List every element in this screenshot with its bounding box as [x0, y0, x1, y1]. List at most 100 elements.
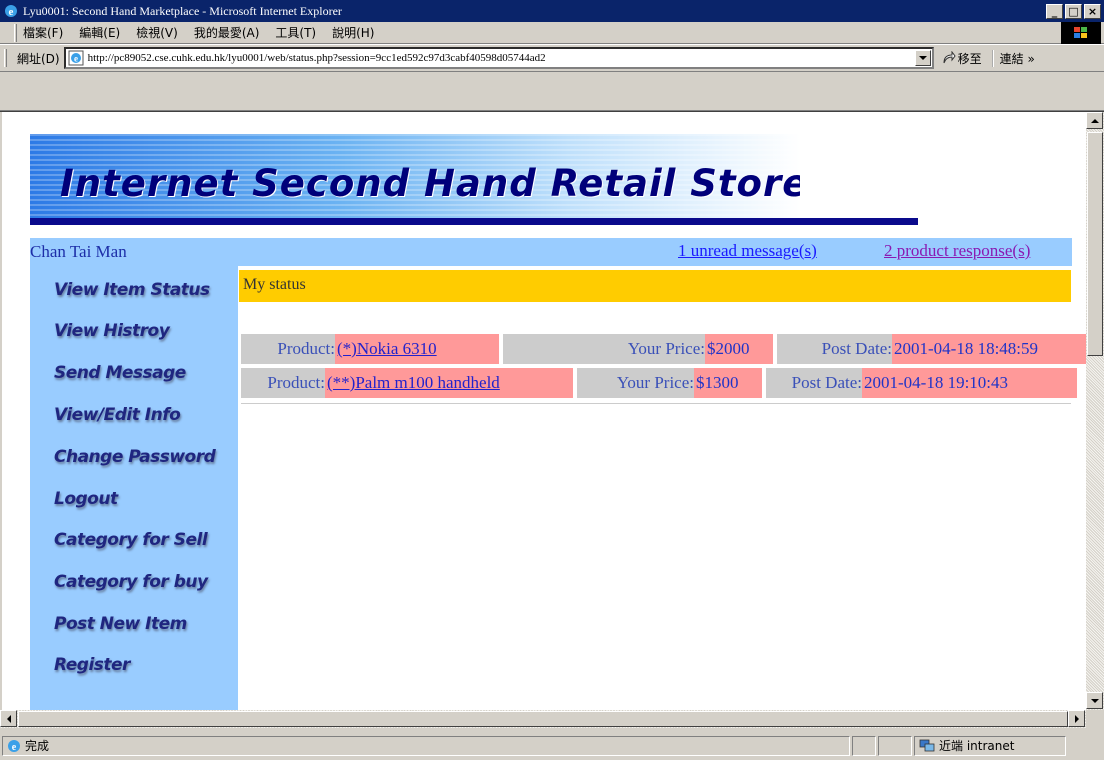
menu-favorites[interactable]: 我的最愛(A): [194, 24, 260, 41]
price-value: $1300: [696, 373, 739, 392]
user-info-strip: Chan Tai Man 1 unread message(s) 2 produ…: [30, 238, 1072, 266]
address-input[interactable]: e http://pc89052.cse.cuhk.edu.hk/lyu0001…: [63, 47, 934, 69]
price-label-cell: Your Price:: [503, 334, 705, 364]
date-label-cell: Post Date:: [777, 334, 892, 364]
unread-messages-link[interactable]: 1 unread message(s): [678, 241, 817, 261]
scroll-down-button[interactable]: [1086, 692, 1103, 709]
menu-help[interactable]: 說明(H): [332, 24, 374, 41]
scroll-up-button[interactable]: [1086, 112, 1103, 129]
item-row: Product: (*)Nokia 6310 Your Price: $2000…: [241, 334, 1086, 364]
menu-edit[interactable]: 編輯(E): [79, 24, 120, 41]
chevron-down-icon: [918, 56, 927, 64]
price-value-cell: $2000: [705, 334, 773, 364]
svg-text:e: e: [74, 54, 78, 64]
svg-text:e: e: [12, 742, 17, 753]
chevron-up-icon: [1090, 115, 1099, 123]
svg-text:e: e: [9, 6, 14, 18]
product-label-cell: Product:: [241, 334, 335, 364]
nav-view-item-status[interactable]: View Item Status: [54, 280, 210, 300]
rows-divider: [241, 403, 1071, 404]
page-viewport: Internet Second Hand Retail Store Chan T…: [2, 112, 1086, 710]
banner-title: Internet Second Hand Retail Store: [60, 162, 800, 205]
intranet-icon: [919, 739, 935, 751]
product-link[interactable]: (**)Palm m100 handheld: [327, 373, 500, 393]
page-icon: e: [68, 50, 84, 66]
scroll-left-button[interactable]: [0, 710, 17, 727]
address-grip[interactable]: [4, 49, 7, 67]
price-label: Your Price:: [627, 339, 705, 358]
nav-view-edit-info[interactable]: View/Edit Info: [54, 405, 181, 425]
item-row: Product: (**)Palm m100 handheld Your Pri…: [241, 368, 1077, 398]
status-pane-security: [878, 735, 912, 756]
go-label: 移至: [957, 51, 982, 66]
address-bar: 網址(D) e http://pc89052.cse.cuhk.edu.hk/l…: [0, 44, 1104, 72]
chevron-down-icon: [1090, 698, 1099, 707]
product-responses-link[interactable]: 2 product response(s): [884, 241, 1030, 261]
zone-text: 近端 intranet: [939, 739, 1015, 753]
scrollbar-corner: [1086, 710, 1104, 728]
product-label-cell: Product:: [241, 368, 325, 398]
toolbar-grip[interactable]: [14, 23, 17, 42]
horizontal-scrollbar[interactable]: [0, 710, 1086, 728]
date-value-cell: 2001-04-18 19:10:43: [862, 368, 1077, 398]
price-label: Your Price:: [616, 373, 694, 392]
menu-view[interactable]: 檢視(V): [136, 24, 178, 41]
user-name: Chan Tai Man: [30, 242, 127, 261]
post-date-value: 2001-04-18 19:10:43: [864, 373, 1009, 392]
sidebar-nav: View Item Status View Histroy Send Messa…: [30, 266, 238, 710]
site-banner: Internet Second Hand Retail Store: [30, 134, 800, 224]
horizontal-scroll-thumb[interactable]: [18, 711, 1068, 727]
product-label: Product:: [267, 373, 325, 392]
product-label: Product:: [277, 339, 335, 358]
menu-file[interactable]: 檔案(F): [23, 24, 63, 41]
price-label-cell: Your Price:: [577, 368, 694, 398]
windows-logo-icon: [1061, 22, 1101, 44]
nav-logout[interactable]: Logout: [54, 489, 118, 509]
vertical-scroll-thumb[interactable]: [1087, 132, 1103, 356]
address-dropdown-button[interactable]: [914, 50, 931, 66]
status-pane-progress: [852, 735, 876, 756]
post-date-value: 2001-04-18 18:48:59: [894, 339, 1039, 358]
status-zone: 近端 intranet: [914, 735, 1066, 756]
nav-change-password[interactable]: Change Password: [54, 447, 216, 467]
date-value-cell: 2001-04-18 18:48:59: [892, 334, 1086, 364]
nav-register[interactable]: Register: [54, 655, 130, 675]
date-label-cell: Post Date:: [766, 368, 862, 398]
address-url: http://pc89052.cse.cuhk.edu.hk/lyu0001/w…: [87, 52, 546, 64]
banner-underline: [30, 218, 918, 225]
browser-status-bar: e 完成 近端 intranet: [0, 731, 1104, 760]
close-button[interactable]: ×: [1084, 3, 1101, 19]
nav-category-for-sell[interactable]: Category for Sell: [54, 530, 208, 550]
status-heading-text: My status: [243, 276, 306, 293]
price-value-cell: $1300: [694, 368, 762, 398]
go-arrow-icon: [943, 51, 956, 64]
nav-view-history[interactable]: View Histroy: [54, 321, 170, 341]
nav-category-for-buy[interactable]: Category for buy: [54, 572, 208, 592]
links-button[interactable]: 連結 »: [991, 49, 1035, 67]
status-heading: My status: [239, 270, 1071, 302]
status-text: 完成: [25, 739, 50, 753]
product-value-cell: (*)Nokia 6310: [335, 334, 499, 364]
price-value: $2000: [707, 339, 750, 358]
ie-icon: e: [5, 5, 17, 18]
ie-page-icon: e: [8, 739, 20, 753]
nav-post-new-item[interactable]: Post New Item: [54, 614, 187, 634]
minimize-button[interactable]: _: [1046, 3, 1063, 19]
product-value-cell: (**)Palm m100 handheld: [325, 368, 573, 398]
date-label: Post Date:: [791, 373, 862, 392]
go-button[interactable]: 移至: [942, 50, 982, 67]
maximize-button[interactable]: □: [1065, 3, 1082, 19]
window-title: Lyu0001: Second Hand Marketplace - Micro…: [23, 3, 342, 18]
product-link[interactable]: (*)Nokia 6310: [337, 339, 437, 359]
nav-send-message[interactable]: Send Message: [54, 363, 186, 383]
vertical-scrollbar[interactable]: [1086, 112, 1104, 710]
chevron-left-icon: [3, 714, 11, 723]
menu-tools[interactable]: 工具(T): [275, 24, 316, 41]
status-main-pane: e 完成: [2, 735, 850, 756]
address-label: 網址(D): [17, 51, 60, 66]
menu-bar: 檔案(F) 編輯(E) 檢視(V) 我的最愛(A) 工具(T) 說明(H): [0, 22, 1104, 44]
chevron-right-icon: [1074, 714, 1083, 723]
window-titlebar: e Lyu0001: Second Hand Marketplace - Mic…: [0, 0, 1104, 22]
scroll-right-button[interactable]: [1068, 710, 1085, 727]
date-label: Post Date:: [821, 339, 892, 358]
